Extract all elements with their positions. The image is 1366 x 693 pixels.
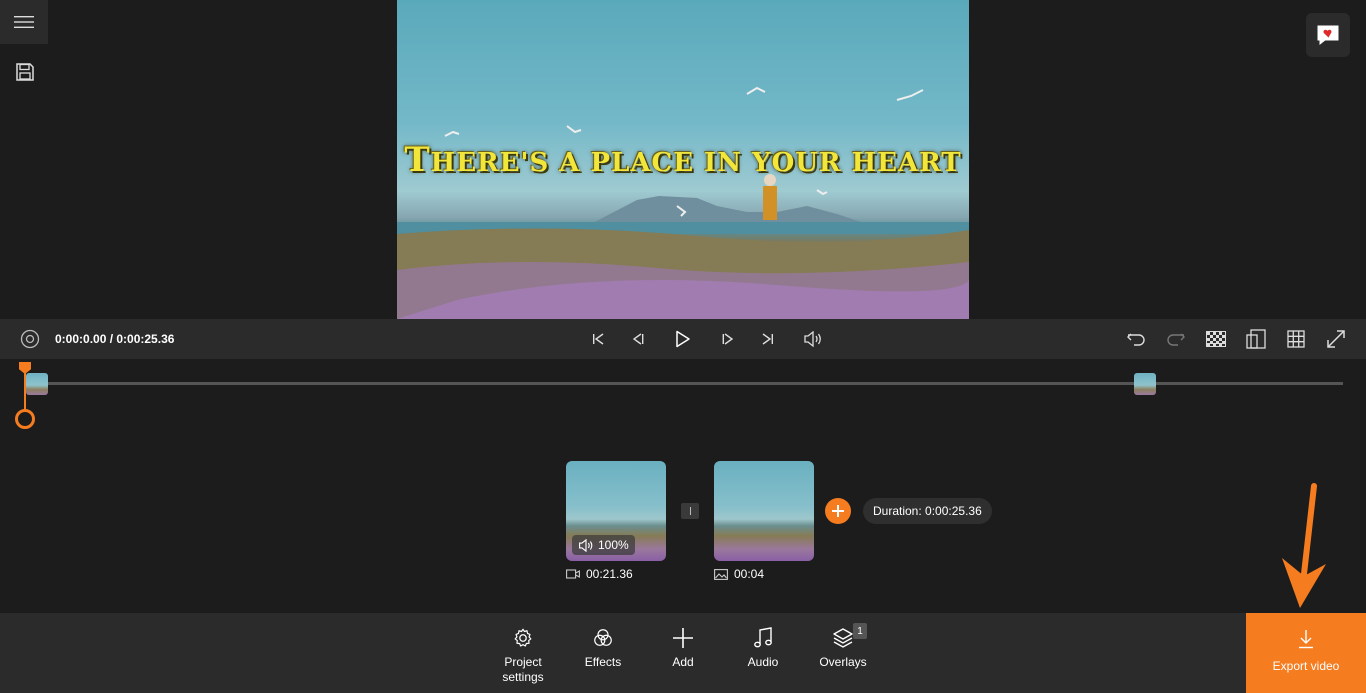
clip-duration-image: 00:04	[714, 567, 764, 581]
feedback-button[interactable]	[1306, 13, 1350, 57]
video-camera-icon	[566, 569, 580, 579]
hamburger-icon	[14, 16, 34, 28]
tool-label: Effects	[584, 655, 622, 669]
scrubber-clip-thumbnail[interactable]	[26, 373, 48, 395]
next-frame-button[interactable]	[718, 329, 738, 349]
heart-chat-icon	[1317, 25, 1339, 46]
grid-icon	[1287, 330, 1305, 348]
gear-icon	[514, 628, 532, 647]
effects-button[interactable]: Effects	[563, 613, 643, 693]
image-icon	[714, 568, 728, 580]
tool-label: Project settings	[502, 655, 544, 684]
skip-to-end-button[interactable]	[758, 329, 778, 349]
export-video-button[interactable]: Export video	[1246, 613, 1366, 693]
time-readout: 0:00:0.00 / 0:00:25.36	[55, 332, 175, 346]
expand-icon	[1327, 330, 1345, 348]
playhead-handle[interactable]	[15, 409, 35, 429]
plus-icon	[832, 505, 844, 517]
clip-duration-video: 00:21.36	[566, 567, 633, 581]
speaker-icon	[579, 538, 593, 552]
fullscreen-button[interactable]	[1326, 329, 1346, 349]
undo-button[interactable]	[1126, 329, 1146, 349]
project-settings-button[interactable]: Project settings	[483, 613, 563, 693]
music-note-icon	[754, 627, 772, 648]
add-button[interactable]: Add	[643, 613, 723, 693]
download-icon	[1299, 630, 1313, 649]
video-editor: THERE'S A PLACE IN YOUR HEART 0:00:0.00 …	[0, 0, 1366, 693]
undo-icon	[1127, 333, 1145, 346]
skip-end-icon	[762, 333, 773, 345]
redo-icon	[1167, 333, 1185, 346]
audio-button[interactable]: Audio	[723, 613, 803, 693]
step-back-icon	[632, 333, 644, 345]
volume-button[interactable]	[803, 329, 823, 349]
aspect-ratio-button[interactable]	[1246, 329, 1266, 349]
clip-duration-label: 00:21.36	[586, 567, 633, 581]
export-label: Export video	[1272, 659, 1340, 673]
checkerboard-icon	[1206, 331, 1226, 347]
layers-icon	[833, 628, 853, 648]
previous-frame-button[interactable]	[628, 329, 648, 349]
zoom-fit-button[interactable]	[20, 329, 40, 349]
save-button[interactable]	[12, 60, 38, 84]
clip-volume-label: 100%	[598, 538, 629, 552]
add-clip-button[interactable]	[825, 498, 851, 524]
video-preview[interactable]: THERE'S A PLACE IN YOUR HEART	[397, 0, 969, 319]
speaker-icon	[804, 331, 821, 347]
total-duration-badge: Duration: 0:00:25.36	[863, 498, 992, 524]
overlays-button[interactable]: Overlays	[803, 613, 883, 693]
redo-button[interactable]	[1166, 329, 1186, 349]
skip-start-icon	[593, 333, 604, 345]
plus-icon	[673, 628, 693, 648]
skip-to-start-button[interactable]	[588, 329, 608, 349]
clip-duration-label: 00:04	[734, 567, 765, 581]
tool-label: Overlays	[819, 655, 867, 669]
play-icon	[676, 330, 690, 348]
clip-thumbnail-video[interactable]: 100%	[566, 461, 666, 561]
video-caption: THERE'S A PLACE IN YOUR HEART	[404, 140, 962, 180]
aspect-ratio-icon	[1246, 329, 1266, 349]
overlays-count-badge: 1	[853, 623, 867, 639]
effects-icon	[594, 629, 612, 646]
target-icon	[20, 329, 40, 349]
step-forward-icon	[722, 333, 734, 345]
transparency-grid-button[interactable]	[1206, 329, 1226, 349]
scrubber-clip-thumbnail[interactable]	[1134, 373, 1156, 395]
tool-label: Add	[672, 655, 694, 669]
playhead-line[interactable]	[24, 372, 26, 412]
clip-volume-badge[interactable]: 100%	[572, 535, 635, 555]
hamburger-menu-button[interactable]	[0, 0, 48, 44]
tool-label: Audio	[747, 655, 779, 669]
grid-button[interactable]	[1286, 329, 1306, 349]
save-icon	[16, 63, 34, 81]
play-button[interactable]	[673, 329, 693, 349]
annotation-arrow	[1282, 483, 1326, 608]
transition-button[interactable]	[681, 503, 699, 519]
transport-bar: 0:00:0.00 / 0:00:25.36	[0, 319, 1366, 359]
clip-thumbnail-image[interactable]	[714, 461, 814, 561]
